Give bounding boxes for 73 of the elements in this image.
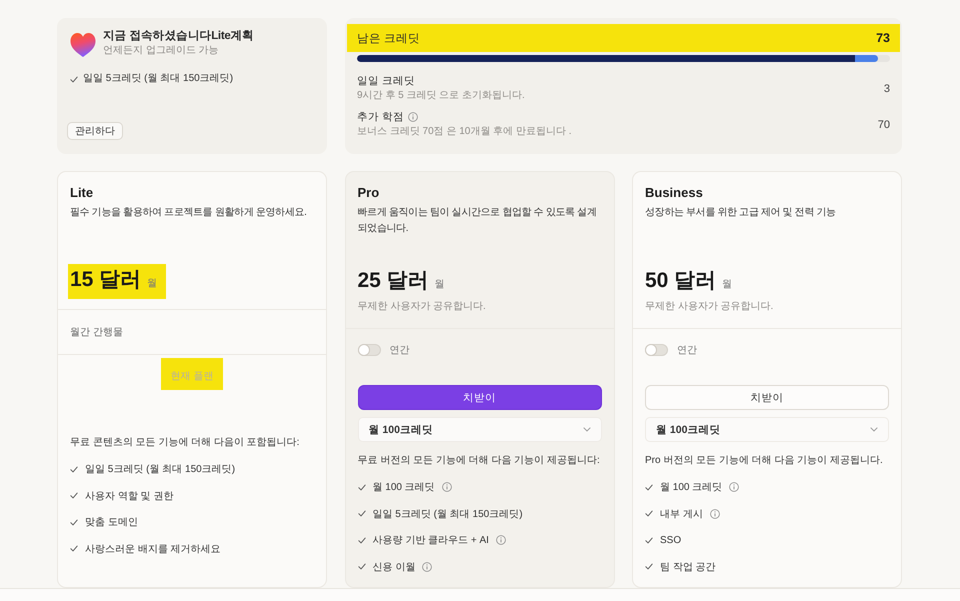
check-icon bbox=[358, 536, 366, 544]
credit-row-value: 3 bbox=[884, 82, 890, 94]
credit-row-title: 일일 크레딧 bbox=[357, 74, 415, 88]
annual-toggle[interactable] bbox=[358, 344, 380, 356]
credits-select[interactable]: 월 100크레딧 bbox=[358, 417, 602, 442]
price-text: 15 달러 bbox=[70, 266, 142, 292]
feature-text: 팀 작업 공간 bbox=[660, 560, 716, 574]
info-icon[interactable] bbox=[710, 508, 720, 519]
credits-select[interactable]: 월 100크레딧 bbox=[645, 417, 889, 442]
check-icon bbox=[358, 563, 366, 570]
features-heading: 무료 버전의 모든 기능에 더해 다음 기능이 제공됩니다: bbox=[356, 454, 601, 468]
feature-text: 사용량 기반 클라우드 + AI bbox=[372, 534, 489, 548]
info-icon[interactable] bbox=[729, 482, 740, 492]
upgrade-button[interactable]: 치받이 bbox=[645, 385, 889, 410]
check-icon bbox=[645, 510, 653, 518]
toggle-label: 연간 bbox=[390, 344, 410, 357]
upgrade-button[interactable]: 치받이 bbox=[358, 385, 602, 410]
check-icon bbox=[645, 536, 653, 544]
manage-button[interactable]: 관리하다 bbox=[67, 122, 123, 140]
price-period: 월 bbox=[434, 278, 445, 292]
features-heading: Pro 버전의 모든 기능에 더해 다음 기능이 제공됩니다. bbox=[644, 454, 884, 468]
feature-text: 맞춤 도메인 bbox=[85, 516, 138, 530]
feature-text: 일일 5크레딧 (월 최대 150크레딧) bbox=[83, 72, 234, 86]
feature-text: 신용 이월 bbox=[372, 560, 416, 574]
plan-name: Pro bbox=[358, 185, 380, 201]
annual-toggle[interactable] bbox=[645, 344, 668, 356]
check-icon bbox=[70, 518, 78, 526]
feature-text: 사용자 역할 및 권한 bbox=[85, 490, 174, 503]
plan-subtitle: 언제든지 업그레이드 가능 bbox=[103, 44, 220, 58]
chevron-down-icon bbox=[870, 427, 878, 432]
check-icon bbox=[70, 545, 78, 552]
features-heading: 무료 콘텐츠의 모든 기능에 더해 다음이 포함됩니다: bbox=[69, 436, 300, 450]
credits-total: 73 bbox=[876, 31, 890, 45]
plan-note: 무제한 사용자가 공유합니다. bbox=[644, 300, 774, 314]
info-icon[interactable] bbox=[442, 482, 452, 492]
plan-note: 무제한 사용자가 공유합니다. bbox=[356, 300, 487, 314]
check-icon bbox=[70, 76, 78, 82]
credit-row-value: 70 bbox=[878, 118, 890, 130]
info-icon[interactable] bbox=[496, 535, 506, 546]
price-period: 월 bbox=[147, 276, 158, 290]
plan-name: Lite bbox=[70, 185, 94, 201]
feature-text: 월 100 크레딧 bbox=[660, 481, 722, 494]
plan-description: 빠르게 움직이는 팀이 실시간으로 협업할 수 있도록 설계되었습니다. bbox=[358, 206, 598, 236]
chevron-down-icon bbox=[582, 427, 590, 432]
feature-text: 일일 5크레딧 (월 최대 150크레딧) bbox=[372, 508, 523, 521]
check-icon bbox=[358, 510, 366, 518]
feature-text: SSO bbox=[660, 534, 682, 546]
feature-text: 사랑스러운 배지를 제거하세요 bbox=[85, 542, 221, 556]
feature-text: 월 100 크레딧 bbox=[372, 481, 435, 494]
check-icon bbox=[358, 484, 366, 491]
check-icon bbox=[645, 563, 653, 570]
current-plan-label: 현재 플랜 bbox=[160, 358, 224, 390]
plan-name: Business bbox=[645, 185, 704, 201]
credit-row-detail: 보너스 크레딧 70점 은 10개월 후에 만료됩니다 . bbox=[357, 125, 572, 139]
plan-description: 필수 기능을 활용하여 프로젝트를 원활하게 운영하세요. bbox=[70, 206, 308, 220]
credits-label: 남은 크레딧 bbox=[357, 32, 420, 46]
check-icon bbox=[645, 484, 653, 491]
price-text: 25 달러 bbox=[358, 268, 429, 294]
price-period: 월 bbox=[722, 278, 732, 292]
check-icon bbox=[70, 466, 78, 473]
plan-description: 성장하는 부서를 위한 고급 제어 및 전력 기능 bbox=[645, 206, 837, 220]
plan-title: 지금 접속하셨습니다Lite계획 bbox=[103, 29, 254, 43]
feature-text: 일일 5크레딧 (월 최대 150크레딧) bbox=[85, 463, 236, 476]
credit-row-title: 추가 학점 bbox=[357, 110, 404, 124]
feature-text: 내부 게시 bbox=[660, 508, 703, 521]
billing-label: 월간 간행물 bbox=[70, 326, 123, 339]
heart-logo-icon bbox=[70, 32, 96, 58]
credit-row-detail: 9시간 후 5 크레딧 으로 초기화됩니다. bbox=[357, 89, 525, 103]
info-icon[interactable] bbox=[408, 112, 418, 122]
toggle-label: 연간 bbox=[677, 344, 697, 357]
price-text: 50 달러 bbox=[645, 268, 716, 294]
check-icon bbox=[70, 492, 78, 500]
info-icon[interactable] bbox=[422, 562, 432, 572]
